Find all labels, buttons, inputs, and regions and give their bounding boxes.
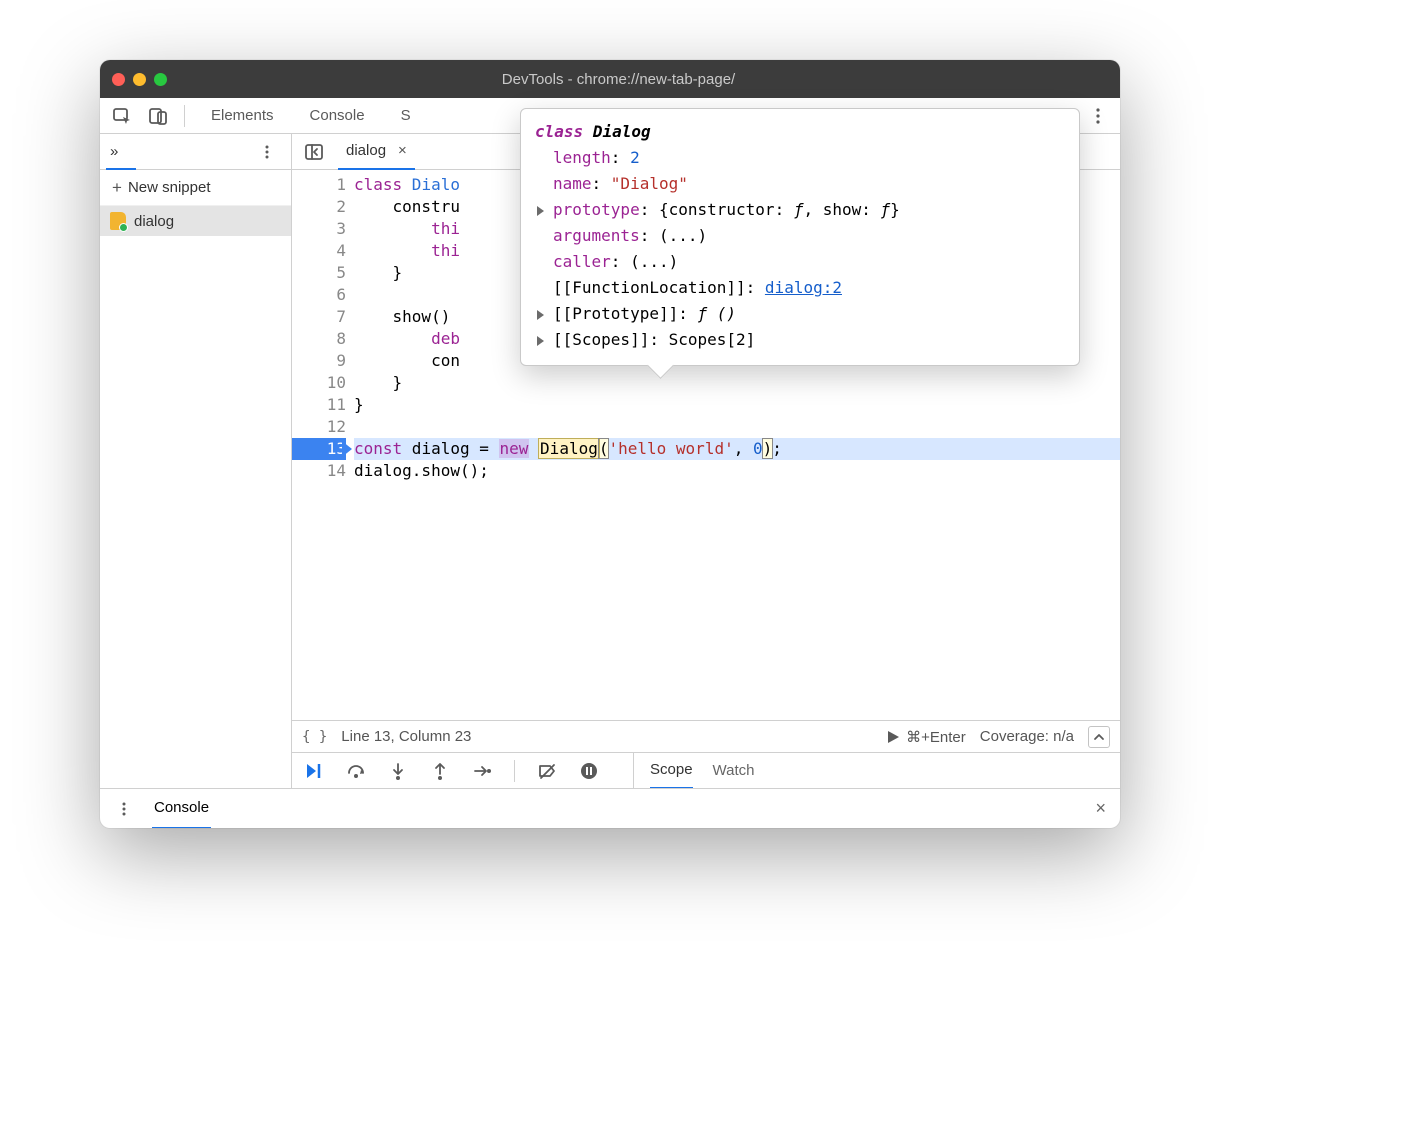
code-token: 0: [753, 439, 763, 458]
titlebar: DevTools - chrome://new-tab-page/: [100, 60, 1120, 98]
prop-function-location[interactable]: [[FunctionLocation]]: dialog:2: [535, 275, 1065, 301]
tab-sources-partial[interactable]: S: [387, 98, 425, 134]
plus-icon: +: [112, 178, 122, 198]
deactivate-breakpoints-icon[interactable]: [533, 757, 561, 785]
drawer-close-icon[interactable]: ×: [1091, 798, 1110, 819]
pause-on-exceptions-icon[interactable]: [575, 757, 603, 785]
line-number[interactable]: 7: [292, 306, 346, 328]
snippet-item-dialog[interactable]: dialog: [100, 206, 291, 236]
sidebar-header: »: [100, 134, 291, 170]
tab-console[interactable]: Console: [296, 98, 379, 134]
line-number[interactable]: 1: [292, 174, 346, 196]
cursor-position: Line 13, Column 23: [341, 728, 471, 745]
sidebar-overflow-icon[interactable]: »: [110, 143, 118, 160]
snippet-item-label: dialog: [134, 213, 174, 230]
code-token: deb: [431, 329, 460, 348]
tab-elements[interactable]: Elements: [197, 98, 288, 134]
run-snippet-button[interactable]: ⌘+Enter: [886, 728, 966, 746]
drawer-more-icon[interactable]: [110, 795, 138, 823]
debugger-tabs: Scope Watch: [633, 753, 755, 788]
step-over-icon[interactable]: [342, 757, 370, 785]
new-snippet-button[interactable]: + New snippet: [100, 170, 291, 206]
line-number[interactable]: 4: [292, 240, 346, 262]
traffic-lights: [112, 73, 167, 86]
code-token: class: [354, 175, 402, 194]
line-number[interactable]: 10: [292, 372, 346, 394]
coverage-status: Coverage: n/a: [980, 728, 1074, 745]
code-line: }: [354, 372, 1120, 394]
sources-sidebar: » + New snippet dialog: [100, 134, 292, 788]
navigator-toggle-icon[interactable]: [300, 138, 328, 166]
fullscreen-window-icon[interactable]: [154, 73, 167, 86]
line-number-active[interactable]: 13: [292, 438, 346, 460]
editor-tab-label: dialog: [346, 142, 386, 159]
line-number[interactable]: 5: [292, 262, 346, 284]
step-into-icon[interactable]: [384, 757, 412, 785]
minimize-window-icon[interactable]: [133, 73, 146, 86]
tab-scope[interactable]: Scope: [650, 753, 693, 789]
new-snippet-label: New snippet: [128, 179, 211, 196]
step-out-icon[interactable]: [426, 757, 454, 785]
debugger-toolbar: Scope Watch: [292, 752, 1120, 788]
code-token: 'hello world': [608, 439, 733, 458]
object-preview-popover: class Dialog length: 2 name: "Dialog" pr…: [520, 108, 1080, 366]
prop-name[interactable]: name: "Dialog": [535, 171, 1065, 197]
execution-line: const dialog = new Dialog('hello world',…: [354, 438, 1120, 460]
editor-tab-dialog[interactable]: dialog ×: [338, 134, 415, 170]
prop-prototype[interactable]: prototype: {constructor: ƒ, show: ƒ}: [535, 197, 1065, 223]
window-title: DevTools - chrome://new-tab-page/: [179, 71, 1058, 88]
code-line: dialog.show();: [354, 460, 1120, 482]
devtools-window: DevTools - chrome://new-tab-page/ Elemen…: [100, 60, 1120, 828]
line-number[interactable]: 8: [292, 328, 346, 350]
resume-button[interactable]: [300, 757, 328, 785]
device-toolbar-icon[interactable]: [144, 102, 172, 130]
code-token: const: [354, 439, 402, 458]
prop-caller[interactable]: caller: (...): [535, 249, 1065, 275]
line-number[interactable]: 9: [292, 350, 346, 372]
more-menu-icon[interactable]: [1084, 102, 1112, 130]
prop-internal-prototype[interactable]: [[Prototype]]: ƒ (): [535, 301, 1065, 327]
prop-length[interactable]: length: 2: [535, 145, 1065, 171]
drawer-tab-console[interactable]: Console: [152, 789, 211, 829]
drawer: Console ×: [100, 788, 1120, 828]
code-line: [354, 416, 1120, 438]
source-link[interactable]: dialog:2: [765, 278, 842, 297]
editor-status-bar: { } Line 13, Column 23 ⌘+Enter Coverage:…: [292, 720, 1120, 752]
hovered-token[interactable]: Dialog: [539, 439, 599, 458]
tab-watch[interactable]: Watch: [713, 753, 755, 789]
line-number[interactable]: 11: [292, 394, 346, 416]
close-window-icon[interactable]: [112, 73, 125, 86]
play-icon: [886, 730, 900, 744]
pretty-print-icon[interactable]: { }: [302, 729, 327, 745]
step-icon[interactable]: [468, 757, 496, 785]
editor-tab-close-icon[interactable]: ×: [394, 142, 411, 159]
line-number[interactable]: 6: [292, 284, 346, 306]
snippet-file-icon: [110, 212, 126, 230]
code-token: thi: [431, 241, 460, 260]
popover-header: class Dialog: [535, 119, 1065, 145]
code-line: }: [354, 394, 1120, 416]
prop-scopes[interactable]: [[Scopes]]: Scopes[2]: [535, 327, 1065, 353]
sidebar-collapse-icon[interactable]: [1088, 726, 1110, 748]
run-hint: ⌘+Enter: [906, 728, 966, 746]
code-token: Dialo: [402, 175, 460, 194]
separator: [514, 760, 515, 782]
line-number[interactable]: 2: [292, 196, 346, 218]
line-number[interactable]: 14: [292, 460, 346, 482]
line-number[interactable]: 12: [292, 416, 346, 438]
line-number[interactable]: 3: [292, 218, 346, 240]
separator: [184, 105, 185, 127]
prop-arguments[interactable]: arguments: (...): [535, 223, 1065, 249]
code-token: new: [499, 439, 530, 458]
inspect-element-icon[interactable]: [108, 102, 136, 130]
code-token: thi: [431, 219, 460, 238]
sidebar-more-icon[interactable]: [253, 138, 281, 166]
